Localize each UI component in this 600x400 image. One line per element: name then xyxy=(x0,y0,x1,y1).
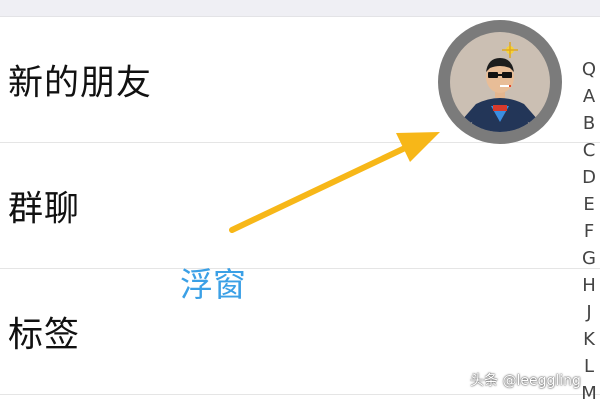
index-letter[interactable]: B xyxy=(583,110,595,137)
index-letter[interactable]: D xyxy=(582,164,596,191)
list-item-label: 标签 xyxy=(8,315,81,355)
cartoon-man-avatar-icon xyxy=(450,32,550,132)
index-search-icon[interactable]: Q xyxy=(582,56,596,83)
top-divider-strip xyxy=(0,0,600,17)
index-letter[interactable]: M xyxy=(581,380,597,400)
index-letter[interactable]: E xyxy=(583,191,594,218)
index-letter[interactable]: L xyxy=(584,353,594,380)
index-letter[interactable]: H xyxy=(582,272,596,299)
list-item-label: 群聊 xyxy=(8,189,81,229)
alphabet-index-bar[interactable]: Q A B C D E F G H J K L M xyxy=(578,56,600,400)
contacts-screen: 新的朋友 群聊 标签 浮窗 Q A B C D E F G H J K L M … xyxy=(0,0,600,400)
index-letter[interactable]: J xyxy=(586,299,591,326)
floating-window-annotation: 浮窗 xyxy=(180,265,246,304)
index-letter[interactable]: K xyxy=(583,326,595,353)
list-item-group-chats[interactable]: 群聊 xyxy=(0,143,600,269)
index-letter[interactable]: C xyxy=(583,137,596,164)
index-letter[interactable]: G xyxy=(582,245,596,272)
floating-window-button[interactable] xyxy=(438,20,562,144)
list-item-label: 新的朋友 xyxy=(8,63,153,103)
index-letter[interactable]: A xyxy=(583,83,595,110)
watermark: 头条 @leeggling xyxy=(470,373,581,389)
index-letter[interactable]: F xyxy=(584,218,594,245)
